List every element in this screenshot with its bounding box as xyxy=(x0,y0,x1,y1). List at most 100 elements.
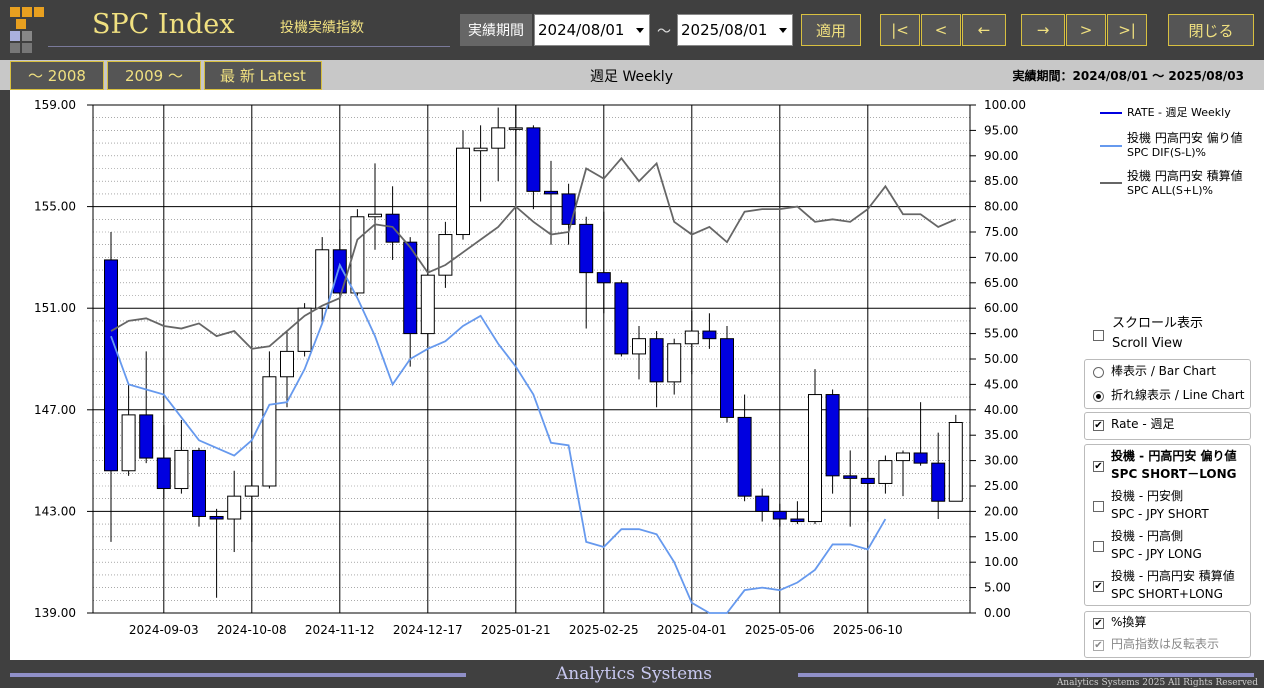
jpy-long-checkbox[interactable] xyxy=(1093,541,1104,552)
candle-bullish xyxy=(491,127,506,149)
y-right-tick-label: 85.00 xyxy=(984,174,1018,188)
x-tick-label: 2024-11-12 xyxy=(305,623,375,637)
close-button[interactable]: 閉じる xyxy=(1168,14,1254,46)
y-right-tick-label: 20.00 xyxy=(984,504,1018,518)
pct-checkbox[interactable] xyxy=(1093,618,1104,629)
dif-label-2: SPC SHORT－LONG xyxy=(1111,467,1237,481)
apply-button[interactable]: 適用 xyxy=(801,14,861,46)
legend-dif-2: SPC DIF(S-L)% xyxy=(1127,146,1206,159)
pct-label: %換算 xyxy=(1111,615,1147,629)
y-right-tick-label: 45.00 xyxy=(984,377,1018,391)
legend-all-swatch xyxy=(1100,182,1122,184)
y-right-tick-label: 15.00 xyxy=(984,530,1018,544)
y-right-tick-label: 70.00 xyxy=(984,250,1018,264)
copyright: Analytics Systems 2025 All Rights Reserv… xyxy=(1056,678,1258,688)
y-left-tick-label: 151.00 xyxy=(34,301,76,315)
candle-bullish xyxy=(667,343,682,383)
candle-bearish xyxy=(561,193,576,225)
rate-weekly-checkbox[interactable] xyxy=(1093,420,1104,431)
candle-bearish xyxy=(843,475,858,479)
tab-latest[interactable]: 最 新 Latest xyxy=(204,61,322,90)
y-right-tick-label: 25.00 xyxy=(984,479,1018,493)
x-tick-label: 2024-09-03 xyxy=(129,623,199,637)
candle-bullish xyxy=(878,460,893,484)
candle-bearish xyxy=(649,338,664,383)
first-button[interactable]: |< xyxy=(880,14,920,46)
period-info: 実績期間：2024/08/01 ～ 2025/08/03 xyxy=(1012,69,1244,83)
jpy-long-label-2: SPC - JPY LONG xyxy=(1111,547,1202,561)
y-right-tick-label: 50.00 xyxy=(984,352,1018,366)
candle-bullish xyxy=(456,147,470,236)
back-button[interactable]: ← xyxy=(962,14,1006,46)
candle-bearish xyxy=(544,190,558,195)
x-tick-label: 2025-06-10 xyxy=(833,623,903,637)
date-from-value: 2024/08/01 xyxy=(538,21,625,39)
candle-bearish xyxy=(209,515,224,520)
invert-label: 円高指数は反転表示 xyxy=(1111,637,1220,651)
y-right-tick-label: 30.00 xyxy=(984,454,1018,468)
candle-bullish xyxy=(244,485,259,497)
scroll-view-checkbox[interactable] xyxy=(1093,330,1104,341)
candle-bearish xyxy=(720,338,734,418)
legend-all-1: 投機 円高円安 積算値 xyxy=(1127,169,1243,183)
rate-weekly-label: Rate - 週足 xyxy=(1111,417,1175,431)
candle-bullish xyxy=(508,127,523,130)
chart-title: 週足 Weekly xyxy=(590,69,673,85)
y-right-tick-label: 0.00 xyxy=(984,606,1011,620)
footer-bar-right xyxy=(798,673,1254,677)
candle-bearish xyxy=(790,518,805,523)
tab-from-2009[interactable]: 2009 ～ xyxy=(107,61,201,90)
jpy-long-label-1: 投機 - 円高側 xyxy=(1111,529,1183,543)
scroll-view-label-2: Scroll View xyxy=(1112,336,1183,351)
date-from-select[interactable]: 2024/08/01 xyxy=(534,14,650,46)
candle-bullish xyxy=(684,330,699,345)
candle-bullish xyxy=(174,449,189,490)
candle-bearish xyxy=(913,452,928,464)
sum-label-1: 投機 - 円高円安 積算値 xyxy=(1111,569,1235,583)
chevron-down-icon xyxy=(636,28,644,33)
app-subtitle: 投機実績指数 xyxy=(280,20,364,36)
x-tick-label: 2025-04-01 xyxy=(657,623,727,637)
prev-button[interactable]: < xyxy=(921,14,961,46)
x-tick-label: 2025-01-21 xyxy=(481,623,551,637)
tab-to-2008[interactable]: ～ 2008 xyxy=(10,61,104,90)
legend-dif-1: 投機 円高円安 偏り値 xyxy=(1127,131,1243,145)
scroll-view-label-1: スクロール表示 xyxy=(1112,316,1204,331)
dif-checkbox[interactable] xyxy=(1093,461,1104,472)
legend-all-2: SPC ALL(S+L)% xyxy=(1127,184,1213,197)
jpy-short-label-2: SPC - JPY SHORT xyxy=(1111,507,1209,521)
dif-line xyxy=(110,262,887,614)
candle-bearish xyxy=(755,495,770,512)
footer-bar-left xyxy=(10,673,466,677)
sum-checkbox[interactable] xyxy=(1093,581,1104,592)
legend-rate-swatch xyxy=(1100,112,1122,114)
next-button[interactable]: > xyxy=(1066,14,1106,46)
candle-bullish xyxy=(315,249,330,309)
date-to-select[interactable]: 2025/08/01 xyxy=(677,14,793,46)
bar-chart-label: 棒表示 / Bar Chart xyxy=(1111,364,1216,378)
candle-bullish xyxy=(262,376,277,487)
y-right-tick-label: 100.00 xyxy=(984,98,1026,112)
line-chart-label: 折れ線表示 / Line Chart xyxy=(1111,388,1245,402)
candle-bullish xyxy=(420,274,435,335)
candle-bullish xyxy=(280,350,294,378)
last-button[interactable]: >| xyxy=(1107,14,1147,46)
legend-rate: RATE - 週足 Weekly xyxy=(1127,106,1231,119)
candle-bearish xyxy=(860,477,875,484)
candle-bearish xyxy=(772,510,787,520)
jpy-short-checkbox[interactable] xyxy=(1093,501,1104,512)
invert-checkbox[interactable] xyxy=(1093,640,1104,651)
y-right-tick-label: 60.00 xyxy=(984,301,1018,315)
candle-bearish xyxy=(156,457,171,490)
bar-chart-radio[interactable] xyxy=(1093,367,1104,378)
forward-button[interactable]: → xyxy=(1021,14,1065,46)
y-right-tick-label: 95.00 xyxy=(984,123,1018,137)
candle-bullish xyxy=(227,495,242,520)
candle-bullish xyxy=(808,394,822,523)
y-right-tick-label: 65.00 xyxy=(984,276,1018,290)
candle-bearish xyxy=(614,282,629,355)
line-chart-radio[interactable] xyxy=(1093,391,1104,402)
y-left-tick-label: 143.00 xyxy=(34,504,76,518)
y-right-tick-label: 75.00 xyxy=(984,225,1018,239)
dif-label-1: 投機 - 円高円安 偏り値 xyxy=(1111,449,1237,463)
